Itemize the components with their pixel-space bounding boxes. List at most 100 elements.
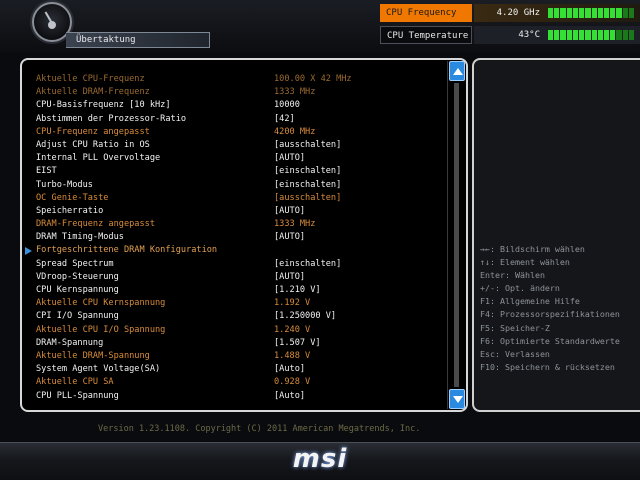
bar-segment xyxy=(560,30,566,40)
setting-row: CPU-Frequenz angepasst 4200 MHz xyxy=(28,126,443,139)
setting-row[interactable]: System Agent Voltage(SA) [Auto] xyxy=(28,363,443,376)
setting-row[interactable]: Abstimmen der Prozessor-Ratio [42] xyxy=(28,113,443,126)
setting-row[interactable]: Internal PLL Overvoltage [AUTO] xyxy=(28,152,443,165)
setting-row[interactable]: Speicherratio [AUTO] xyxy=(28,205,443,218)
bar-segment xyxy=(560,8,566,18)
bar-segment xyxy=(572,8,579,18)
setting-label: Speicherratio xyxy=(36,205,104,216)
bar-segment xyxy=(554,8,560,18)
setting-row[interactable]: DRAM Timing-Modus [AUTO] xyxy=(28,231,443,244)
setting-value[interactable]: [einschalten] xyxy=(274,179,341,192)
setting-row: Aktuelle DRAM-Frequenz 1333 MHz xyxy=(28,86,443,99)
submenu-arrow-icon xyxy=(25,247,32,256)
bar-segment xyxy=(585,30,591,40)
setting-value[interactable]: [AUTO] xyxy=(274,231,305,244)
setting-row: Aktuelle CPU-Frequenz 100.00 X 42 MHz xyxy=(28,73,443,86)
setting-label: Internal PLL Overvoltage xyxy=(36,153,161,164)
bar-segment xyxy=(616,8,622,18)
setting-value: 0.928 V xyxy=(274,377,311,388)
cpu-frequency-bar xyxy=(548,8,635,18)
help-item: F4: Prozessorspezifikationen xyxy=(480,309,620,320)
bar-segment xyxy=(622,8,628,18)
help-item: +/-: Opt. ändern xyxy=(480,283,560,294)
setting-row: OC Genie-Taste [ausschalten] xyxy=(28,192,443,205)
bar-segment xyxy=(548,30,554,40)
setting-value[interactable]: [1.210 V] xyxy=(274,284,321,297)
setting-value: 1333 MHz xyxy=(274,219,316,230)
bar-segment xyxy=(628,8,635,18)
setting-value[interactable]: [einschalten] xyxy=(274,165,341,178)
setting-value: 100.00 X 42 MHz xyxy=(274,74,352,84)
setting-value[interactable]: [1.250000 V] xyxy=(274,310,336,323)
setting-row[interactable]: Adjust CPU Ratio in OS [ausschalten] xyxy=(28,139,443,152)
setting-value[interactable]: [Auto] xyxy=(274,363,305,376)
setting-row: Aktuelle CPU SA 0.928 V xyxy=(28,376,443,389)
help-item: F10: Speichern & rücksetzen xyxy=(480,361,615,372)
settings-panel: Aktuelle CPU-Frequenz 100.00 X 42 MHz Aktu… xyxy=(20,58,468,412)
setting-row[interactable]: EIST [einschalten] xyxy=(28,165,443,178)
setting-value[interactable]: 10000 xyxy=(274,99,300,112)
bar-segment xyxy=(572,30,579,40)
cpu-frequency-label: CPU Frequency xyxy=(380,4,472,22)
scroll-track[interactable] xyxy=(454,83,459,387)
setting-value[interactable]: [42] xyxy=(274,113,295,126)
page-title: Übertaktung xyxy=(66,32,210,48)
help-item: F5: Speicher-Z xyxy=(480,322,550,333)
setting-value: 1.488 V xyxy=(274,350,311,361)
setting-row[interactable]: CPU Kernspannung [1.210 V] xyxy=(28,284,443,297)
bar-segment xyxy=(585,8,591,18)
bar-segment xyxy=(579,8,585,18)
setting-label: OC Genie-Taste xyxy=(36,192,109,203)
setting-row[interactable]: Turbo-Modus [einschalten] xyxy=(28,179,443,192)
cpu-temperature-bar xyxy=(548,30,635,40)
setting-row[interactable]: CPU PLL-Spannung [Auto] xyxy=(28,390,443,403)
setting-label: DRAM-Frequenz angepasst xyxy=(36,219,155,230)
setting-label: Turbo-Modus xyxy=(36,179,93,190)
setting-label: CPU-Basisfrequenz [10 kHz] xyxy=(36,100,171,111)
setting-value[interactable]: [AUTO] xyxy=(274,205,305,218)
setting-row[interactable]: VDroop-Steuerung [AUTO] xyxy=(28,271,443,284)
setting-label: VDroop-Steuerung xyxy=(36,271,119,282)
setting-row[interactable]: Spread Spectrum [einschalten] xyxy=(28,258,443,271)
setting-label: Fortgeschrittene DRAM Konfiguration xyxy=(36,245,218,256)
setting-value[interactable]: [einschalten] xyxy=(274,258,341,271)
bar-segment xyxy=(554,30,560,40)
bar-segment xyxy=(548,8,554,18)
bar-segment xyxy=(603,30,610,40)
setting-value[interactable]: [AUTO] xyxy=(274,271,305,284)
setting-label: Aktuelle DRAM-Frequenz xyxy=(36,87,150,98)
bar-segment xyxy=(597,8,603,18)
cpu-temperature-value: 43°C xyxy=(518,30,540,40)
setting-row[interactable]: DRAM-Spannung [1.507 V] xyxy=(28,337,443,350)
setting-row: Aktuelle CPU Kernspannung 1.192 V xyxy=(28,297,443,310)
setting-row[interactable]: CPU-Basisfrequenz [10 kHz] 10000 xyxy=(28,99,443,112)
cpu-temperature-indicator: CPU Temperature 43°C xyxy=(380,26,640,44)
scrollbar[interactable] xyxy=(447,61,465,409)
scroll-down-button[interactable] xyxy=(449,389,465,409)
bar-segment xyxy=(566,30,572,40)
help-item: F6: Optimierte Standardwerte xyxy=(480,335,620,346)
setting-row: DRAM-Frequenz angepasst 1333 MHz xyxy=(28,218,443,231)
setting-value[interactable]: [ausschalten] xyxy=(274,139,341,152)
scroll-up-button[interactable] xyxy=(449,61,465,81)
setting-label: CPU PLL-Spannung xyxy=(36,390,119,401)
setting-value[interactable]: [AUTO] xyxy=(274,152,305,165)
bar-segment xyxy=(591,30,597,40)
bar-segment xyxy=(566,8,572,18)
setting-value: 1333 MHz xyxy=(274,87,316,98)
setting-row: Aktuelle DRAM-Spannung 1.488 V xyxy=(28,350,443,363)
bar-segment xyxy=(628,30,635,40)
setting-row[interactable]: Fortgeschrittene DRAM Konfiguration xyxy=(25,244,443,257)
setting-label: System Agent Voltage(SA) xyxy=(36,364,161,375)
setting-label: EIST xyxy=(36,166,57,177)
bar-segment xyxy=(616,30,622,40)
setting-label: Adjust CPU Ratio in OS xyxy=(36,139,150,150)
setting-value[interactable]: [Auto] xyxy=(274,390,305,403)
cpu-frequency-value: 4.20 GHz xyxy=(496,8,540,18)
setting-value: [ausschalten] xyxy=(274,192,342,203)
header-bar: Übertaktung CPU Frequency 4.20 GHz CPU T… xyxy=(0,0,640,52)
cpu-frequency-indicator: CPU Frequency 4.20 GHz xyxy=(380,4,640,22)
setting-value[interactable]: [1.507 V] xyxy=(274,337,321,350)
bar-segment xyxy=(591,8,597,18)
setting-row[interactable]: CPI I/O Spannung [1.250000 V] xyxy=(28,310,443,323)
